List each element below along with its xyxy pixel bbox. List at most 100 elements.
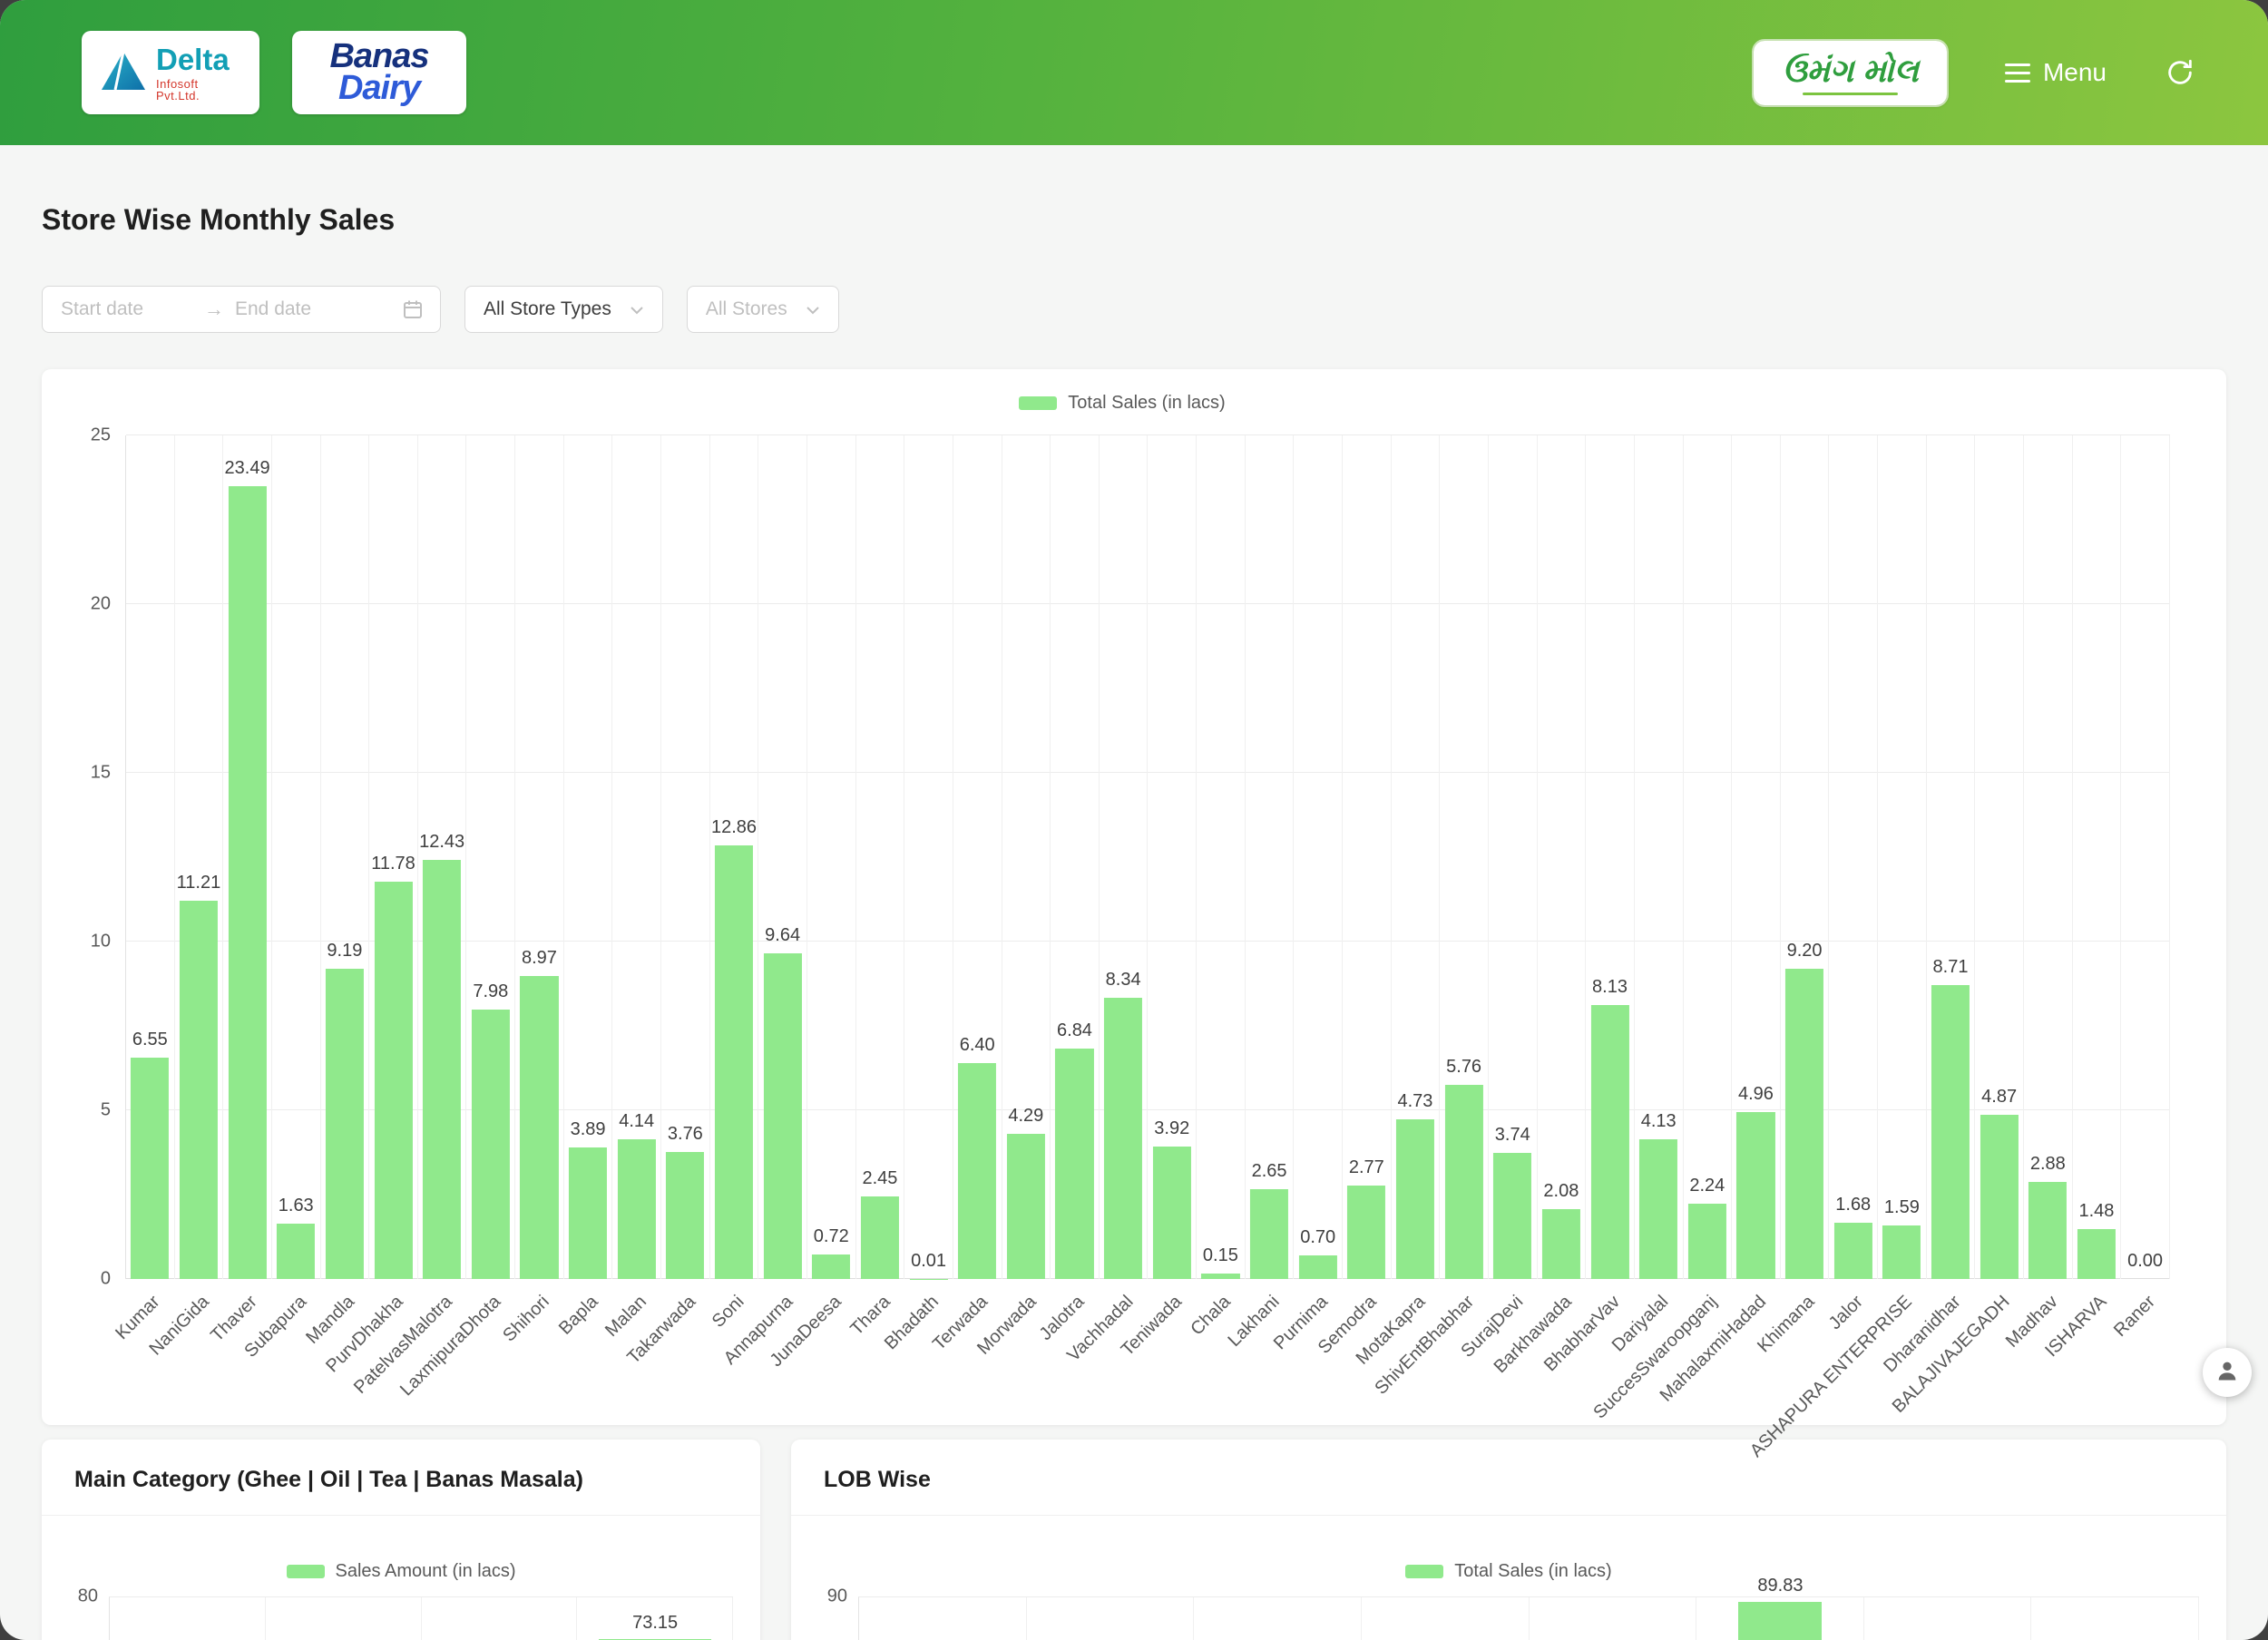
bar-Madhav[interactable]: 2.88 <box>2028 1182 2067 1279</box>
main-category-plot: 73.15 <box>109 1596 733 1640</box>
user-avatar-button[interactable] <box>2203 1348 2252 1397</box>
bar-PatelvasMalotra[interactable]: 12.43 <box>423 860 461 1279</box>
bar-PurvDhakha[interactable]: 11.78 <box>374 882 412 1279</box>
bar-value-label: 3.74 <box>1495 1125 1530 1146</box>
bar-Mandla[interactable]: 9.19 <box>326 969 364 1279</box>
menu-button[interactable]: Menu <box>2005 58 2107 87</box>
bar-SuccesSwaroopganj[interactable]: 2.24 <box>1688 1204 1726 1279</box>
bar-Terwada[interactable]: 6.40 <box>958 1063 996 1279</box>
bar-value-label: 8.34 <box>1106 970 1141 991</box>
x-axis-label: Jalor <box>1825 1292 1868 1334</box>
x-axis-label: Bapla <box>555 1292 602 1339</box>
store-select[interactable]: All Stores <box>687 286 839 333</box>
bar-slot: 3.76Takarwada <box>661 435 710 1279</box>
bar-Purnima[interactable]: 0.70 <box>1299 1255 1337 1279</box>
bar-BhabharVav[interactable]: 8.13 <box>1590 1005 1628 1279</box>
y-axis-tick: 90 <box>815 1586 858 1607</box>
lob-wise-title: LOB Wise <box>791 1440 2226 1515</box>
bar-value-label: 9.20 <box>1787 941 1823 962</box>
store-type-select[interactable]: All Store Types <box>464 286 663 333</box>
bar-JunaDeesa[interactable]: 0.72 <box>812 1254 850 1279</box>
v-gridline-column <box>1027 1597 1195 1640</box>
bar-value-label: 12.43 <box>419 832 464 853</box>
bar-Malan[interactable]: 4.14 <box>618 1139 656 1279</box>
main-category-chart-card: Main Category (Ghee | Oil | Tea | Banas … <box>42 1440 760 1640</box>
bar-slot: 1.68Jalor <box>1829 435 1878 1279</box>
bar-Dharanidhar[interactable]: 8.71 <box>1931 985 1970 1279</box>
bar-value-label: 3.89 <box>571 1119 606 1140</box>
bar-Annapurna[interactable]: 9.64 <box>764 953 802 1279</box>
bar-Shihori[interactable]: 8.97 <box>520 976 558 1279</box>
store-sales-chart-card: Total Sales (in lacs) 0510152025 6.55Kum… <box>42 369 2226 1425</box>
bar-slot: 2.24SuccesSwaroopganj <box>1684 435 1733 1279</box>
bar-Bapla[interactable]: 3.89 <box>569 1147 607 1279</box>
bar-slot: 0.72JunaDeesa <box>807 435 856 1279</box>
refresh-icon[interactable] <box>2165 57 2195 88</box>
start-date-input[interactable] <box>59 298 195 321</box>
bar-Kumar[interactable]: 6.55 <box>131 1058 169 1279</box>
end-date-input[interactable] <box>233 298 369 321</box>
chevron-down-icon <box>630 298 644 320</box>
bar-Soni[interactable]: 12.86 <box>715 845 753 1279</box>
bar-slot: 9.20Khimana <box>1781 435 1830 1279</box>
bar-Barkhawada[interactable]: 2.08 <box>1542 1209 1580 1279</box>
bar-slot: 4.14Malan <box>612 435 661 1279</box>
bar-value-label: 6.40 <box>960 1035 995 1056</box>
bar-value-label: 1.63 <box>279 1196 314 1216</box>
bar-slot: 5.76ShivEntBhabhar <box>1440 435 1489 1279</box>
bar-ASHAPURA ENTERPRISE[interactable]: 1.59 <box>1882 1225 1921 1279</box>
bar-value-label: 9.64 <box>765 925 800 946</box>
bar-MotaKapra[interactable]: 4.73 <box>1396 1119 1434 1279</box>
bar-NaniGida[interactable]: 11.21 <box>180 901 218 1279</box>
bar-value-label: 2.24 <box>1689 1176 1725 1196</box>
bar-Thara[interactable]: 2.45 <box>861 1196 899 1279</box>
bar-MahalaxmiHadad[interactable]: 4.96 <box>1736 1112 1774 1280</box>
calendar-icon[interactable] <box>402 298 424 320</box>
bar-value-label: 6.84 <box>1057 1020 1092 1041</box>
bar-Teniwada[interactable]: 3.92 <box>1153 1147 1191 1279</box>
store-type-value: All Store Types <box>484 298 611 320</box>
v-gridline-column <box>1194 1597 1362 1640</box>
bar-Dariyalal[interactable]: 4.13 <box>1639 1139 1677 1279</box>
bar-value-label: 7.98 <box>473 981 508 1002</box>
bar-value-label: 2.45 <box>862 1168 897 1189</box>
bar-slot: 6.84Jalotra <box>1051 435 1100 1279</box>
bar-lob[interactable]: 89.83 <box>1738 1602 1822 1640</box>
bar-value-label: 0.15 <box>1203 1245 1238 1266</box>
bar-BALAJIVAJEGADH[interactable]: 4.87 <box>1980 1115 2019 1279</box>
bar-LaxmipuraDhota[interactable]: 7.98 <box>472 1010 510 1279</box>
bar-slot: 3.92Teniwada <box>1148 435 1197 1279</box>
app-window: Delta Infosoft Pvt.Ltd. Banas Dairy ઉમંગ… <box>0 0 2268 1640</box>
bar-value-label: 12.86 <box>711 817 757 838</box>
bar-Semodra[interactable]: 2.77 <box>1347 1186 1385 1279</box>
bar-Lakhani[interactable]: 2.65 <box>1250 1189 1288 1279</box>
date-range-picker[interactable]: → <box>42 286 441 333</box>
bar-ISHARVA[interactable]: 1.48 <box>2077 1229 2116 1279</box>
bar-slot: 7.98LaxmipuraDhota <box>466 435 515 1279</box>
bar-Jalor[interactable]: 1.68 <box>1834 1223 1872 1279</box>
x-axis-label: Shihori <box>499 1292 553 1346</box>
bar-Jalotra[interactable]: 6.84 <box>1055 1049 1093 1279</box>
bar-Thaver[interactable]: 23.49 <box>229 486 267 1279</box>
bar-Subapura[interactable]: 1.63 <box>277 1224 315 1279</box>
bar-slot: 9.64Annapurna <box>758 435 807 1279</box>
bar-Takarwada[interactable]: 3.76 <box>666 1152 704 1279</box>
delta-infosoft-logo: Delta Infosoft Pvt.Ltd. <box>82 31 259 114</box>
menu-label: Menu <box>2043 58 2107 87</box>
bar-Morwada[interactable]: 4.29 <box>1007 1134 1045 1279</box>
bar-value-label: 6.55 <box>132 1030 168 1050</box>
bar-Khimana[interactable]: 9.20 <box>1785 969 1823 1279</box>
bar-ShivEntBhabhar[interactable]: 5.76 <box>1445 1085 1483 1279</box>
bar-slot: 0.01Bhadath <box>904 435 953 1279</box>
lob-wise-chart-card: LOB Wise Total Sales (in lacs) 90 89.83 <box>791 1440 2226 1640</box>
bar-slot: 8.97Shihori <box>515 435 564 1279</box>
bar-slot: 0.15Chala <box>1197 435 1246 1279</box>
bar-Vachhadal[interactable]: 8.34 <box>1104 998 1142 1279</box>
person-icon <box>2214 1358 2240 1388</box>
bar-value-label: 8.71 <box>1933 957 1969 978</box>
bar-SurajDevi[interactable]: 3.74 <box>1493 1153 1531 1279</box>
bar-value-label: 2.65 <box>1252 1161 1287 1182</box>
main-category-title: Main Category (Ghee | Oil | Tea | Banas … <box>42 1440 760 1515</box>
bar-Chala[interactable]: 0.15 <box>1201 1274 1239 1279</box>
bar-slot: 0.00Raner <box>2121 435 2170 1279</box>
